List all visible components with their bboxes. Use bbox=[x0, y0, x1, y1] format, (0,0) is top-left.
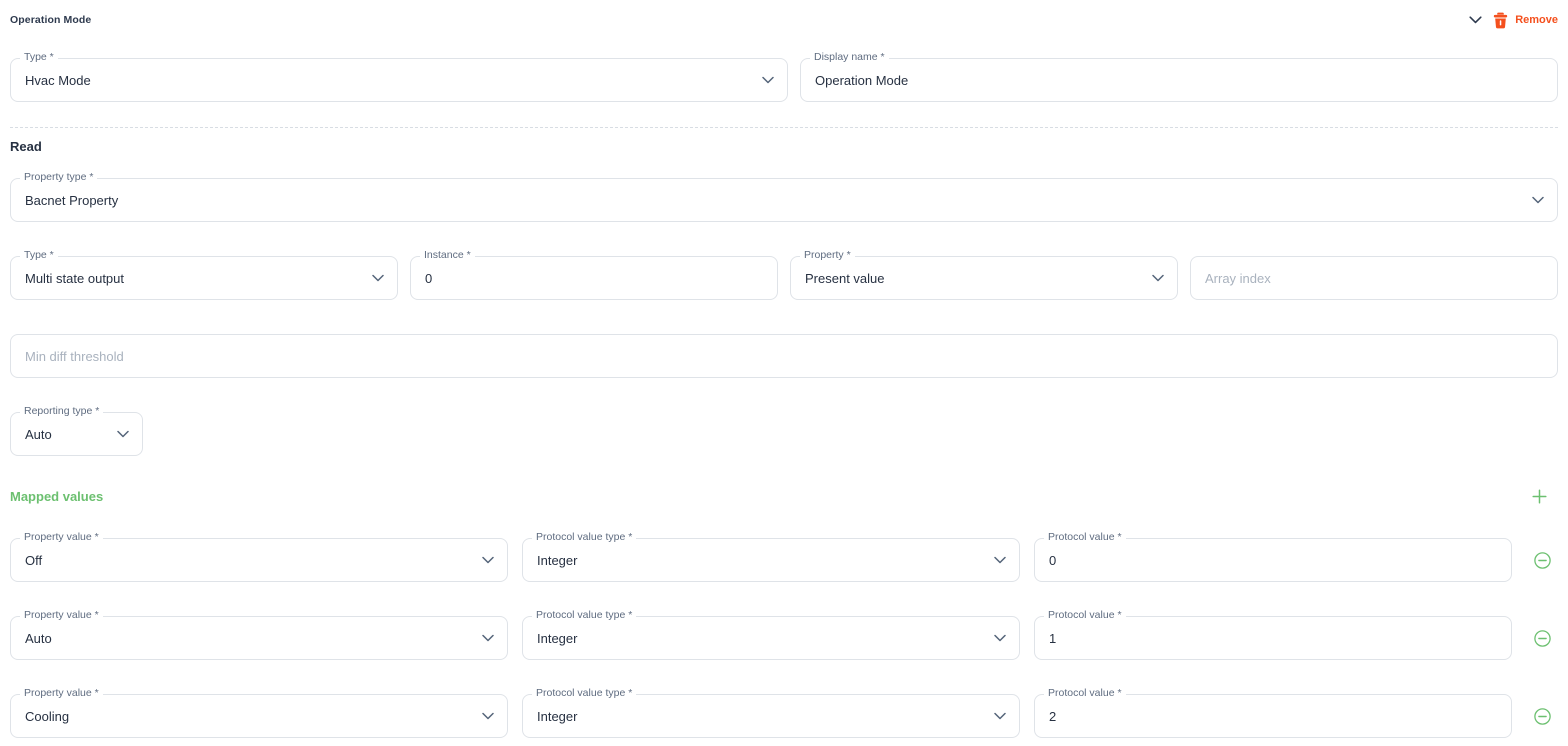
accordion-controls: Remove bbox=[1469, 12, 1558, 29]
property-select[interactable]: Property * Present value bbox=[790, 256, 1178, 300]
protocol-value-type-value: Integer bbox=[537, 553, 577, 568]
collapse-button[interactable] bbox=[1469, 16, 1482, 24]
property-type-select[interactable]: Property type * Bacnet Property bbox=[10, 178, 1558, 222]
chevron-down-icon[interactable] bbox=[994, 635, 1006, 642]
display-name-label: Display name * bbox=[810, 51, 889, 63]
minus-circle-icon bbox=[1534, 630, 1551, 647]
protocol-value-label: Protocol value * bbox=[1044, 687, 1126, 699]
instance-input-field[interactable] bbox=[425, 271, 763, 286]
remove-mapped-value-button[interactable] bbox=[1534, 630, 1551, 647]
chevron-down-icon[interactable] bbox=[762, 77, 774, 84]
operation-mode-panel: Operation Mode bbox=[0, 0, 1568, 738]
remove-mapped-value-button[interactable] bbox=[1534, 708, 1551, 725]
minus-circle-icon bbox=[1534, 552, 1551, 569]
display-name-input-field[interactable] bbox=[815, 73, 1543, 88]
reporting-type-select[interactable]: Reporting type * Auto bbox=[10, 412, 143, 456]
chevron-down-icon[interactable] bbox=[117, 431, 129, 438]
protocol-value-type-label: Protocol value type * bbox=[532, 609, 636, 621]
property-value-label: Property value * bbox=[20, 609, 103, 621]
protocol-value-label: Protocol value * bbox=[1044, 609, 1126, 621]
array-index-input-field[interactable] bbox=[1205, 271, 1543, 286]
protocol-value-type-select[interactable]: Protocol value type * Integer bbox=[522, 616, 1020, 660]
bacnet-type-select[interactable]: Type * Multi state output bbox=[10, 256, 398, 300]
chevron-down-icon[interactable] bbox=[994, 713, 1006, 720]
section-divider bbox=[10, 127, 1558, 128]
min-diff-row bbox=[10, 334, 1558, 378]
protocol-value-input-field[interactable] bbox=[1049, 631, 1497, 646]
property-value: Present value bbox=[805, 271, 885, 286]
property-type-label: Property type * bbox=[20, 171, 97, 183]
protocol-value-input-field[interactable] bbox=[1049, 709, 1497, 724]
mapped-value-row: Property value * Auto Protocol value typ… bbox=[10, 616, 1558, 660]
property-value-select[interactable]: Property value * Auto bbox=[10, 616, 508, 660]
read-section-heading: Read bbox=[10, 139, 1558, 154]
chevron-down-icon[interactable] bbox=[482, 635, 494, 642]
bacnet-type-label: Type * bbox=[20, 249, 58, 261]
chevron-down-icon[interactable] bbox=[994, 557, 1006, 564]
protocol-value-input[interactable]: Protocol value * bbox=[1034, 616, 1512, 660]
instance-input[interactable]: Instance * bbox=[410, 256, 778, 300]
add-mapped-value-button[interactable] bbox=[1532, 489, 1547, 504]
array-index-input[interactable] bbox=[1190, 256, 1558, 300]
property-value-value: Cooling bbox=[25, 709, 69, 724]
accordion-title: Operation Mode bbox=[10, 14, 91, 26]
property-type-value: Bacnet Property bbox=[25, 193, 118, 208]
general-row: Type * Hvac Mode Display name * bbox=[10, 58, 1558, 102]
property-value-value: Off bbox=[25, 553, 42, 568]
bacnet-row: Type * Multi state output Instance * Pro… bbox=[10, 256, 1558, 300]
mapped-value-row: Property value * Off Protocol value type… bbox=[10, 538, 1558, 582]
protocol-value-type-select[interactable]: Protocol value type * Integer bbox=[522, 694, 1020, 738]
property-value-select[interactable]: Property value * Off bbox=[10, 538, 508, 582]
min-diff-threshold-input[interactable] bbox=[10, 334, 1558, 378]
chevron-down-icon[interactable] bbox=[482, 557, 494, 564]
mapped-values-header: Mapped values bbox=[10, 489, 1558, 504]
display-name-input[interactable]: Display name * bbox=[800, 58, 1558, 102]
reporting-type-value: Auto bbox=[25, 427, 52, 442]
remove-button-label: Remove bbox=[1515, 14, 1558, 26]
protocol-value-type-select[interactable]: Protocol value type * Integer bbox=[522, 538, 1020, 582]
remove-mapped-value-button[interactable] bbox=[1534, 552, 1551, 569]
chevron-down-icon[interactable] bbox=[372, 275, 384, 282]
protocol-value-input[interactable]: Protocol value * bbox=[1034, 694, 1512, 738]
protocol-value-input[interactable]: Protocol value * bbox=[1034, 538, 1512, 582]
mapped-values-heading: Mapped values bbox=[10, 489, 103, 504]
mapped-value-row: Property value * Cooling Protocol value … bbox=[10, 694, 1558, 738]
protocol-value-type-label: Protocol value type * bbox=[532, 531, 636, 543]
chevron-down-icon bbox=[1469, 16, 1482, 24]
trash-icon bbox=[1493, 12, 1508, 29]
protocol-value-type-value: Integer bbox=[537, 709, 577, 724]
property-value-label: Property value * bbox=[20, 687, 103, 699]
chevron-down-icon[interactable] bbox=[482, 713, 494, 720]
instance-label: Instance * bbox=[420, 249, 475, 261]
property-value-value: Auto bbox=[25, 631, 52, 646]
reporting-type-label: Reporting type * bbox=[20, 405, 103, 417]
type-select[interactable]: Type * Hvac Mode bbox=[10, 58, 788, 102]
protocol-value-input-field[interactable] bbox=[1049, 553, 1497, 568]
accordion-header: Operation Mode bbox=[10, 12, 1558, 28]
minus-circle-icon bbox=[1534, 708, 1551, 725]
chevron-down-icon[interactable] bbox=[1532, 197, 1544, 204]
reporting-row: Reporting type * Auto bbox=[10, 412, 1558, 456]
min-diff-threshold-input-field[interactable] bbox=[25, 349, 1543, 364]
remove-button[interactable]: Remove bbox=[1493, 12, 1558, 29]
chevron-down-icon[interactable] bbox=[1152, 275, 1164, 282]
property-value-label: Property value * bbox=[20, 531, 103, 543]
bacnet-type-value: Multi state output bbox=[25, 271, 124, 286]
protocol-value-type-label: Protocol value type * bbox=[532, 687, 636, 699]
protocol-value-label: Protocol value * bbox=[1044, 531, 1126, 543]
property-type-row: Property type * Bacnet Property bbox=[10, 178, 1558, 222]
property-value-select[interactable]: Property value * Cooling bbox=[10, 694, 508, 738]
type-select-label: Type * bbox=[20, 51, 58, 63]
property-label: Property * bbox=[800, 249, 855, 261]
type-select-value: Hvac Mode bbox=[25, 73, 91, 88]
protocol-value-type-value: Integer bbox=[537, 631, 577, 646]
plus-icon bbox=[1532, 489, 1547, 504]
